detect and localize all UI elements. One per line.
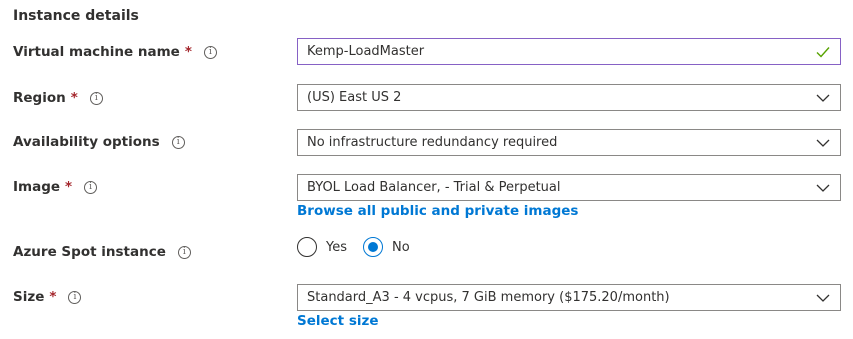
info-icon[interactable]: i bbox=[84, 180, 98, 194]
select-size-link[interactable]: Select size bbox=[297, 313, 379, 329]
vm-name-value[interactable]: Kemp-LoadMaster bbox=[307, 44, 840, 59]
info-icon[interactable]: i bbox=[68, 290, 82, 304]
instance-details-title: Instance details bbox=[13, 8, 139, 24]
info-icon[interactable]: i bbox=[203, 45, 217, 59]
radio-yes[interactable] bbox=[297, 237, 317, 257]
region-label-row: Region * i bbox=[13, 90, 103, 106]
chevron-down-icon[interactable] bbox=[816, 182, 830, 194]
radio-yes-label[interactable]: Yes bbox=[326, 240, 347, 255]
radio-no[interactable] bbox=[363, 237, 383, 257]
image-select[interactable]: BYOL Load Balancer, - Trial & Perpetual bbox=[297, 174, 841, 201]
radio-selected-dot bbox=[368, 242, 378, 252]
radio-no-label[interactable]: No bbox=[392, 240, 410, 255]
spot-option-no[interactable]: No bbox=[363, 237, 410, 257]
spot-option-yes[interactable]: Yes bbox=[297, 237, 347, 257]
chevron-down-icon[interactable] bbox=[816, 137, 830, 149]
size-select[interactable]: Standard_A3 - 4 vcpus, 7 GiB memory ($17… bbox=[297, 284, 841, 311]
region-label: Region bbox=[13, 90, 66, 106]
image-label-row: Image * i bbox=[13, 179, 98, 195]
required-asterisk: * bbox=[49, 289, 57, 305]
size-value: Standard_A3 - 4 vcpus, 7 GiB memory ($17… bbox=[307, 290, 670, 305]
chevron-down-icon[interactable] bbox=[816, 92, 830, 104]
availability-select[interactable]: No infrastructure redundancy required bbox=[297, 129, 841, 156]
vm-name-input[interactable]: Kemp-LoadMaster bbox=[297, 38, 841, 65]
spot-label-row: Azure Spot instance i bbox=[13, 244, 191, 260]
browse-images-link[interactable]: Browse all public and private images bbox=[297, 203, 578, 219]
availability-value: No infrastructure redundancy required bbox=[307, 135, 558, 150]
availability-label: Availability options bbox=[13, 134, 160, 150]
required-asterisk: * bbox=[70, 90, 78, 106]
spot-label: Azure Spot instance bbox=[13, 244, 166, 260]
info-icon[interactable]: i bbox=[177, 245, 191, 259]
required-asterisk: * bbox=[184, 44, 192, 60]
size-label: Size bbox=[13, 289, 45, 305]
size-label-row: Size * i bbox=[13, 289, 82, 305]
image-label: Image bbox=[13, 179, 61, 195]
region-value: (US) East US 2 bbox=[307, 90, 402, 105]
info-icon[interactable]: i bbox=[171, 135, 185, 149]
vm-name-label: Virtual machine name bbox=[13, 44, 180, 60]
chevron-down-icon[interactable] bbox=[816, 292, 830, 304]
image-value: BYOL Load Balancer, - Trial & Perpetual bbox=[307, 180, 561, 195]
spot-radio-group: Yes No bbox=[297, 236, 410, 258]
availability-label-row: Availability options i bbox=[13, 134, 185, 150]
vm-name-label-row: Virtual machine name * i bbox=[13, 44, 217, 60]
region-select[interactable]: (US) East US 2 bbox=[297, 84, 841, 111]
required-asterisk: * bbox=[65, 179, 73, 195]
check-icon bbox=[816, 47, 830, 58]
info-icon[interactable]: i bbox=[89, 91, 103, 105]
